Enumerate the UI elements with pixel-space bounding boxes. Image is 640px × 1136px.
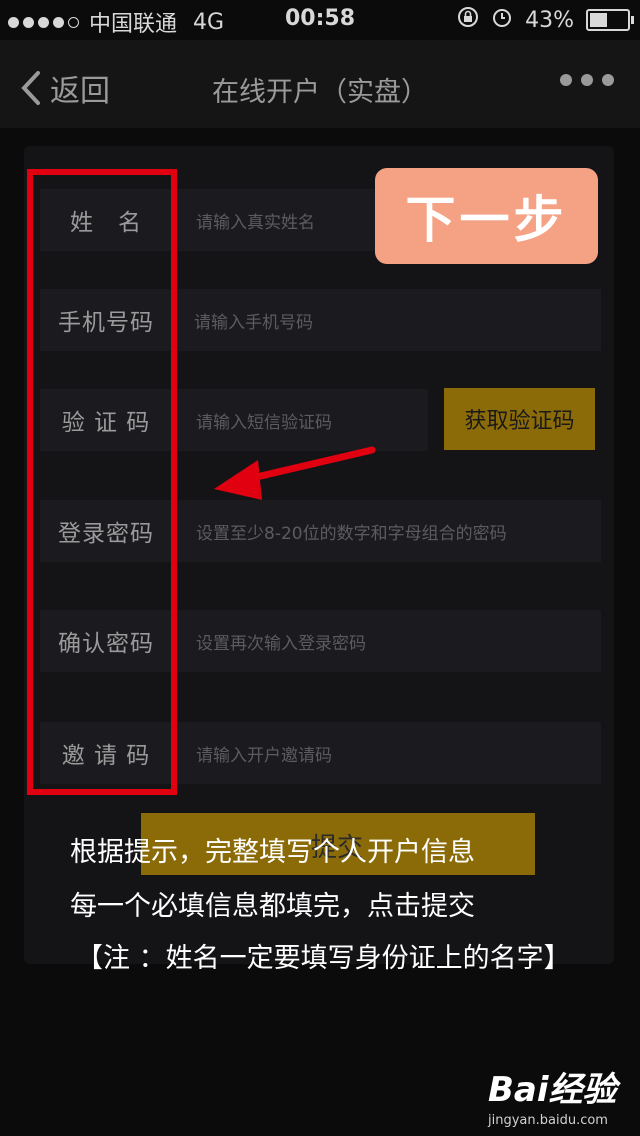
instruction-line-2: 每一个必填信息都填完，点击提交 [70,891,475,922]
highlight-box [27,169,177,795]
page-title: 在线开户（实盘） [212,77,428,108]
battery-icon [586,9,634,31]
next-step-badge: 下一步 [375,168,598,264]
more-menu-icon[interactable] [560,74,614,86]
baidu-logo: Bai经验 [488,1070,617,1110]
password-input[interactable]: 设置至少8-20位的数字和字母组合的密码 [176,500,601,562]
nav-bar: 返回 在线开户（实盘） [0,40,640,128]
code-input[interactable]: 请输入短信验证码 [176,389,428,451]
baidu-jingyan-watermark: Bai经验 jingyan.baidu.com [488,1062,617,1128]
invite-code-input[interactable]: 请输入开户邀请码 [176,722,601,784]
instruction-line-3: 【注 ：姓名一定要填写身份证上的名字】 [76,943,571,974]
status-bar: 中国联通 4G 00:58 43% [0,0,640,40]
name-input[interactable]: 请输入真实姓名 [176,189,376,251]
alarm-icon [491,6,513,34]
watermark-url: jingyan.baidu.com [488,1113,608,1128]
instruction-line-1: 根据提示，完整填写个人开户信息 [70,837,475,868]
confirm-password-input[interactable]: 设置再次输入登录密码 [176,610,601,672]
rotation-lock-icon [457,6,479,34]
phone-input[interactable]: 请输入手机号码 [174,289,601,351]
get-code-button[interactable]: 获取验证码 [444,388,595,450]
battery-percent: 43% [525,7,574,33]
